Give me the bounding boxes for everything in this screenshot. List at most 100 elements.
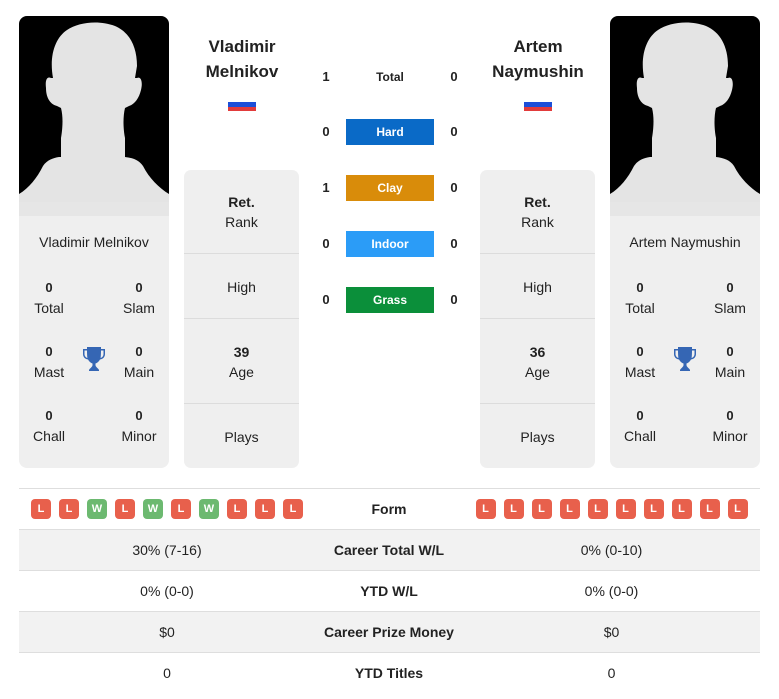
left-titles-chall-label: Chall bbox=[33, 428, 65, 444]
h2h-total-left: 1 bbox=[322, 69, 330, 84]
right-age: 36 Age bbox=[480, 342, 595, 382]
trophy-icon bbox=[674, 347, 696, 371]
right-form-badge-loss[interactable]: L bbox=[531, 499, 552, 519]
h2h-clay-row: 1 Clay 0 bbox=[310, 175, 470, 201]
right-rank-value: Ret. bbox=[524, 194, 551, 210]
right-titles-minor: 0 Minor bbox=[700, 406, 760, 446]
ytd-titles-label: YTD Titles bbox=[354, 665, 424, 681]
left-form-badge-loss[interactable]: L bbox=[283, 499, 303, 519]
h2h-hard-right: 0 bbox=[450, 124, 458, 139]
right-form-badge-loss[interactable]: L bbox=[503, 499, 524, 519]
left-titles-total-label: Total bbox=[34, 300, 64, 316]
form-label: Form bbox=[371, 501, 407, 517]
left-titles-chall-value: 0 bbox=[45, 408, 53, 423]
left-form-badge-win[interactable]: W bbox=[199, 499, 219, 519]
surface-grass-badge[interactable]: Grass bbox=[346, 287, 434, 313]
left-age-value: 39 bbox=[233, 344, 250, 360]
left-titles-minor-value: 0 bbox=[135, 408, 143, 423]
stat-row-career-total-wl: 30% (7-16) Career Total W/L 0% (0-10) bbox=[19, 529, 760, 570]
right-titles-slam-label: Slam bbox=[714, 300, 746, 316]
left-form-badge-loss[interactable]: L bbox=[31, 499, 51, 519]
left-titles-minor-label: Minor bbox=[121, 428, 157, 444]
right-form-badge-loss[interactable]: L bbox=[559, 499, 580, 519]
right-career-total-wl: 0% (0-10) bbox=[580, 542, 643, 558]
right-form-badge-loss[interactable]: L bbox=[475, 499, 496, 519]
right-titles-mast-label: Mast bbox=[624, 364, 656, 380]
h2h-grass-left: 0 bbox=[322, 292, 330, 307]
right-player-last-name: Naymushin bbox=[492, 62, 584, 81]
right-form-badge-loss[interactable]: L bbox=[587, 499, 608, 519]
divider bbox=[184, 318, 299, 319]
left-form-badge-loss[interactable]: L bbox=[227, 499, 247, 519]
left-player-card-name: Vladimir Melnikov bbox=[39, 234, 149, 250]
h2h-clay-right: 0 bbox=[450, 180, 458, 195]
right-titles-total-label: Total bbox=[625, 300, 655, 316]
left-ytd-titles: 0 bbox=[163, 665, 171, 681]
left-player-card: Vladimir Melnikov 0 Total 0 Slam 0 Mast … bbox=[19, 16, 169, 468]
left-titles-mast: 0 Mast bbox=[19, 342, 79, 382]
left-plays-label: Plays bbox=[224, 429, 259, 445]
left-plays: Plays bbox=[184, 427, 299, 447]
right-form-badge-loss[interactable]: L bbox=[615, 499, 636, 519]
player-silhouette-icon bbox=[19, 22, 169, 216]
left-form-badge-loss[interactable]: L bbox=[255, 499, 275, 519]
stat-row-ytd-wl: 0% (0-0) YTD W/L 0% (0-0) bbox=[19, 570, 760, 611]
divider bbox=[184, 253, 299, 254]
left-form-badge-win[interactable]: W bbox=[87, 499, 107, 519]
left-titles-mast-value: 0 bbox=[45, 344, 53, 359]
stat-row-career-prize-money: $0 Career Prize Money $0 bbox=[19, 611, 760, 652]
right-titles-total-value: 0 bbox=[636, 280, 644, 295]
divider bbox=[184, 403, 299, 404]
surface-hard-badge[interactable]: Hard bbox=[346, 119, 434, 145]
left-form-badge-loss[interactable]: L bbox=[59, 499, 79, 519]
left-form-badge-win[interactable]: W bbox=[143, 499, 163, 519]
h2h-grass-row: 0 Grass 0 bbox=[310, 287, 470, 313]
trophy-icon bbox=[83, 347, 105, 371]
left-player-last-name: Melnikov bbox=[205, 62, 279, 81]
left-titles-total-value: 0 bbox=[45, 280, 53, 295]
left-age-label: Age bbox=[229, 364, 254, 380]
right-career-prize-money: $0 bbox=[603, 624, 620, 640]
left-player-first-name: Vladimir bbox=[208, 37, 276, 56]
left-form-badge-loss[interactable]: L bbox=[115, 499, 135, 519]
h2h-indoor-right: 0 bbox=[450, 236, 458, 251]
left-age: 39 Age bbox=[184, 342, 299, 382]
left-form-list: LLWLWLWLLL bbox=[19, 499, 315, 519]
right-player-name-link[interactable]: Artem Naymushin bbox=[473, 34, 603, 84]
left-titles-chall: 0 Chall bbox=[19, 406, 79, 446]
career-total-wl-label: Career Total W/L bbox=[333, 542, 445, 558]
h2h-grass-right: 0 bbox=[450, 292, 458, 307]
left-player-name-link[interactable]: Vladimir Melnikov bbox=[177, 34, 307, 84]
left-titles-main-value: 0 bbox=[135, 344, 143, 359]
surface-indoor-badge[interactable]: Indoor bbox=[346, 231, 434, 257]
left-titles-minor: 0 Minor bbox=[109, 406, 169, 446]
h2h-indoor-left: 0 bbox=[322, 236, 330, 251]
right-age-value: 36 bbox=[529, 344, 546, 360]
h2h-clay-left: 1 bbox=[322, 180, 330, 195]
left-rank: Ret. Rank bbox=[184, 192, 299, 232]
right-titles-chall-value: 0 bbox=[636, 408, 644, 423]
left-career-total-wl: 30% (7-16) bbox=[132, 542, 202, 558]
surface-clay-badge[interactable]: Clay bbox=[346, 175, 434, 201]
h2h-hard-left: 0 bbox=[322, 124, 330, 139]
right-titles-mast: 0 Mast bbox=[610, 342, 670, 382]
right-titles-slam: 0 Slam bbox=[700, 278, 760, 318]
right-player-card-name: Artem Naymushin bbox=[629, 234, 741, 250]
divider bbox=[480, 253, 595, 254]
right-titles-minor-label: Minor bbox=[712, 428, 748, 444]
right-titles-slam-value: 0 bbox=[726, 280, 734, 295]
left-russia-flag-icon bbox=[228, 98, 256, 111]
ytd-wl-label: YTD W/L bbox=[360, 583, 418, 599]
right-form-badge-loss[interactable]: L bbox=[671, 499, 692, 519]
left-form-badge-loss[interactable]: L bbox=[171, 499, 191, 519]
h2h-total-right: 0 bbox=[450, 69, 458, 84]
h2h-total-row: 1 Total 0 bbox=[310, 64, 470, 90]
right-form-badge-loss[interactable]: L bbox=[699, 499, 720, 519]
right-russia-flag-icon bbox=[524, 98, 552, 111]
right-form-badge-loss[interactable]: L bbox=[727, 499, 748, 519]
h2h-indoor-row: 0 Indoor 0 bbox=[310, 231, 470, 257]
left-high-label: High bbox=[227, 279, 256, 295]
form-row: LLWLWLWLLL Form LLLLLLLLLL bbox=[19, 488, 760, 529]
right-player-photo bbox=[610, 16, 760, 216]
right-form-badge-loss[interactable]: L bbox=[643, 499, 664, 519]
